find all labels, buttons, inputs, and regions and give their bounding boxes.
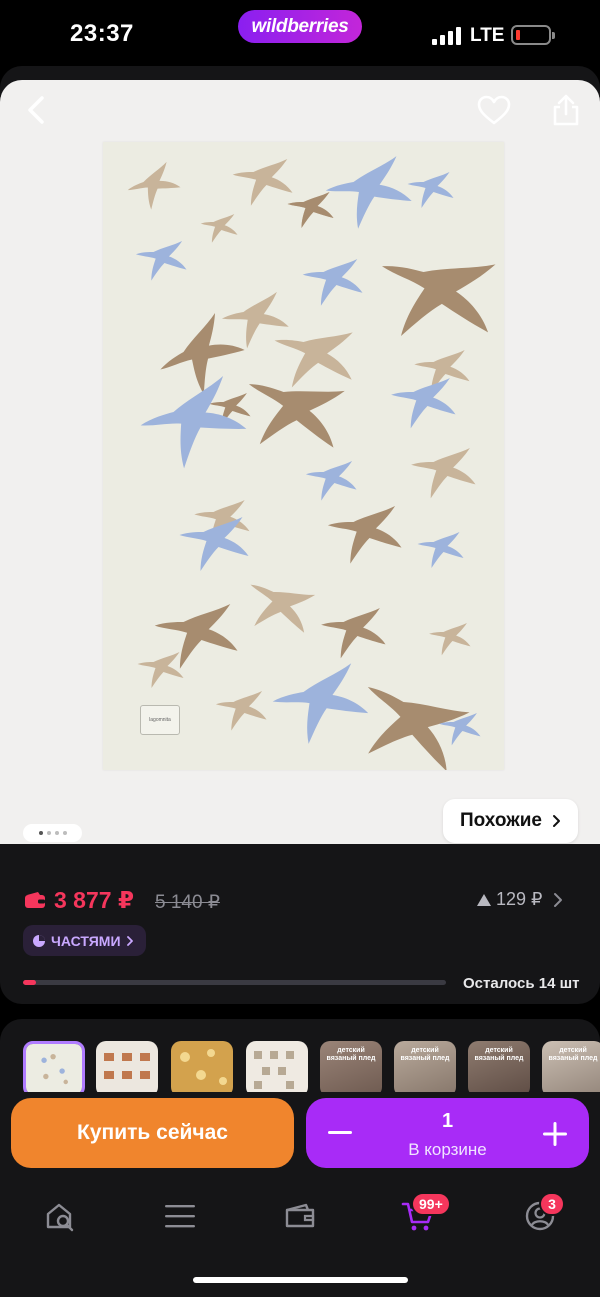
home-indicator: [193, 1277, 408, 1283]
stock-remaining: Осталось 14 шт: [463, 975, 580, 992]
chevron-right-icon: [126, 935, 133, 946]
installments-label: ЧАСТЯМИ: [51, 932, 121, 949]
plus-icon: [543, 1122, 567, 1146]
signal-icon: [432, 27, 462, 45]
pie-chart-icon: [33, 934, 45, 947]
buy-now-label: Купить сейчас: [77, 1121, 228, 1144]
buy-now-button[interactable]: Купить сейчас: [11, 1098, 294, 1168]
image-pagination: [23, 824, 82, 842]
home-search-icon: [46, 1203, 74, 1232]
stock-progress-fill: [23, 980, 36, 985]
price-card: 3 877 ₽ 5 140 ₽ 129 ₽ ЧАСТЯМИ Осталось 1…: [0, 844, 600, 1004]
variant-caption: детский вязаный плед: [326, 1047, 376, 1062]
variant-thumb[interactable]: [246, 1041, 308, 1097]
variant-thumb[interactable]: детский вязаный плед: [394, 1041, 456, 1097]
increase-quantity-button[interactable]: [542, 1121, 568, 1147]
chevron-right-icon: [552, 815, 560, 827]
bottom-navigation: 99+ 3: [0, 1180, 600, 1297]
wallet-price-icon: [25, 892, 45, 908]
variant-caption: детский вязаный плед: [548, 1047, 598, 1062]
wallet-icon: [285, 1203, 315, 1228]
heart-icon: [477, 95, 511, 125]
share-button[interactable]: [546, 90, 586, 130]
nav-wallet[interactable]: [280, 1196, 320, 1236]
nav-home-search[interactable]: [40, 1196, 80, 1236]
cart-quantity-control: 1 В корзине: [306, 1098, 589, 1168]
variant-thumb[interactable]: детский вязаный плед: [468, 1041, 530, 1097]
product-gallery[interactable]: lagomnita Похожие: [0, 80, 600, 844]
variant-thumb[interactable]: [171, 1041, 233, 1097]
menu-icon: [165, 1205, 195, 1228]
battery-icon: [511, 25, 555, 45]
similar-label: Похожие: [460, 810, 542, 831]
nav-catalog[interactable]: [160, 1196, 200, 1236]
stock-progress-bar: [23, 980, 446, 985]
variant-thumb[interactable]: [23, 1041, 85, 1097]
brand-pill: wildberries: [238, 10, 362, 43]
points-label: 129 ₽: [496, 889, 543, 909]
rug-label-tag: lagomnita: [140, 705, 180, 735]
chevron-right-icon[interactable]: [553, 892, 563, 908]
current-price: 3 877 ₽: [54, 887, 134, 913]
variant-thumb[interactable]: [96, 1041, 158, 1097]
profile-badge: 3: [539, 1192, 565, 1216]
variant-thumb[interactable]: детский вязаный плед: [542, 1041, 600, 1097]
product-image: lagomnita: [103, 142, 506, 793]
share-icon: [553, 94, 579, 126]
back-button[interactable]: [16, 90, 56, 130]
clock: 23:37: [70, 20, 134, 47]
similar-button[interactable]: Похожие: [443, 799, 578, 843]
chevron-left-icon: [28, 96, 44, 124]
old-price: 5 140 ₽: [155, 892, 220, 913]
points-value[interactable]: 129 ₽: [476, 889, 543, 910]
status-bar: 23:37 wildberries LTE: [0, 0, 600, 66]
variant-caption: детский вязаный плед: [474, 1047, 524, 1062]
installments-button[interactable]: ЧАСТЯМИ: [23, 925, 146, 956]
variant-caption: детский вязаный плед: [400, 1047, 450, 1062]
cart-badge: 99+: [411, 1192, 451, 1216]
variant-thumb[interactable]: детский вязаный плед: [320, 1041, 382, 1097]
favorite-button[interactable]: [474, 90, 514, 130]
network-label: LTE: [470, 25, 505, 46]
action-bar: Купить сейчас 1 В корзине: [0, 1092, 600, 1180]
brand-label: wildberries: [251, 15, 349, 37]
triangle-up-icon: [477, 893, 491, 906]
